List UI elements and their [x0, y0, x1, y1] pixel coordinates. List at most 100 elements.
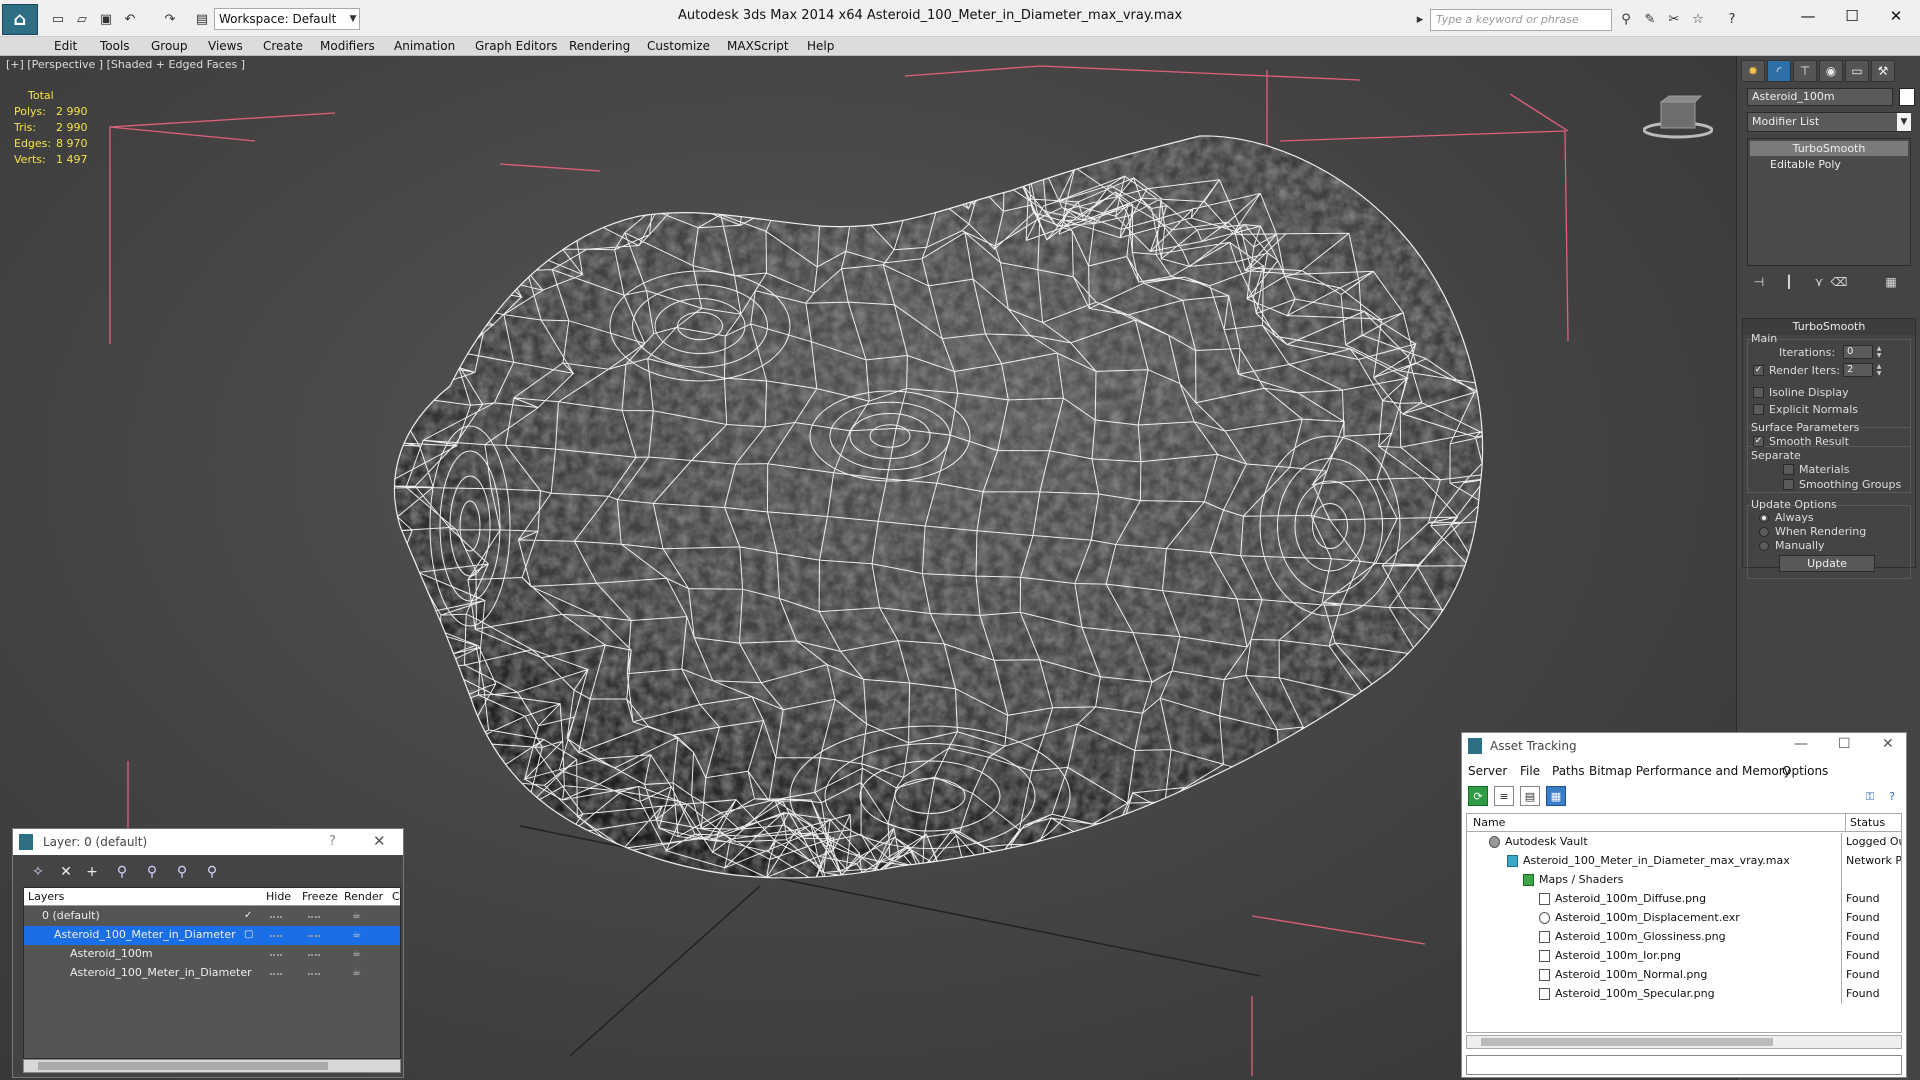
minimize-button[interactable]: —: [1788, 4, 1828, 28]
highlight-layer-icon[interactable]: ⚲: [141, 861, 163, 883]
asset-row[interactable]: Autodesk Vault Logged Out: [1467, 833, 1901, 852]
menu-create[interactable]: Create: [263, 39, 303, 53]
column-freeze[interactable]: Freeze: [302, 890, 338, 903]
minimize-button[interactable]: —: [1794, 736, 1808, 752]
menu-help[interactable]: Help: [807, 39, 834, 53]
render-teapot-icon[interactable]: ☕: [352, 945, 361, 963]
layer-row[interactable]: 0 (default) ✓ ☕: [24, 907, 400, 926]
hide-all-layers-icon[interactable]: ⚲: [171, 861, 193, 883]
configure-sets-icon[interactable]: ▦: [1881, 272, 1901, 292]
save-icon[interactable]: ▣: [96, 9, 116, 29]
render-teapot-icon[interactable]: ☕: [352, 964, 361, 982]
chevron-down-icon[interactable]: ▼: [346, 8, 360, 30]
utilities-tab-icon[interactable]: ⚒: [1871, 60, 1895, 82]
maximize-button[interactable]: ☐: [1838, 736, 1851, 752]
menu-options[interactable]: Options: [1782, 764, 1828, 778]
menu-group[interactable]: Group: [151, 39, 188, 53]
chevron-down-icon[interactable]: ▼: [1897, 113, 1911, 131]
smooth-result-checkbox[interactable]: ✓: [1753, 436, 1764, 447]
manually-radio[interactable]: [1759, 541, 1769, 551]
spinner-arrows-icon[interactable]: ▲ ▼: [1875, 363, 1883, 377]
motion-tab-icon[interactable]: ◉: [1819, 60, 1843, 82]
render-teapot-icon[interactable]: ☕: [352, 907, 361, 925]
workspace-dropdown[interactable]: Workspace: Default: [214, 8, 360, 30]
active-layer-check-icon[interactable]: ✓: [244, 907, 252, 925]
project-folder-icon[interactable]: ▤: [192, 9, 212, 29]
search-arrow-icon[interactable]: ▸: [1410, 9, 1430, 29]
menu-tools[interactable]: Tools: [100, 39, 130, 53]
menu-modifiers[interactable]: Modifiers: [320, 39, 375, 53]
explicit-normals-checkbox[interactable]: [1753, 404, 1764, 415]
smoothing-groups-checkbox[interactable]: [1783, 479, 1794, 490]
column-status[interactable]: Status: [1845, 814, 1885, 832]
asset-row[interactable]: Asteroid_100m_Glossiness.png Found: [1467, 928, 1901, 947]
menu-animation[interactable]: Animation: [394, 39, 455, 53]
hierarchy-tab-icon[interactable]: ⊤: [1793, 60, 1817, 82]
help-button[interactable]: ?: [329, 834, 336, 849]
freeze-toggle[interactable]: [308, 935, 320, 937]
column-color[interactable]: C: [392, 890, 400, 903]
make-active-icon[interactable]: ▢: [244, 926, 253, 944]
asset-row[interactable]: Asteroid_100m_Displacement.exr Found: [1467, 909, 1901, 928]
favorites-star-icon[interactable]: ☆: [1688, 9, 1708, 29]
menu-views[interactable]: Views: [208, 39, 243, 53]
redo-icon[interactable]: ↷: [160, 9, 180, 29]
always-radio[interactable]: [1759, 513, 1769, 523]
freeze-all-layers-icon[interactable]: ⚲: [201, 861, 223, 883]
undo-icon[interactable]: ↶: [120, 9, 140, 29]
app-logo-icon[interactable]: ⌂: [2, 4, 38, 35]
make-unique-icon[interactable]: ⋎: [1809, 272, 1829, 292]
column-render[interactable]: Render: [344, 890, 383, 903]
when-rendering-radio[interactable]: [1759, 527, 1769, 537]
refresh-icon[interactable]: ⟳: [1468, 786, 1488, 806]
column-hide[interactable]: Hide: [266, 890, 291, 903]
menu-graph-editors[interactable]: Graph Editors: [475, 39, 557, 53]
thumbnail-view-icon[interactable]: ▤: [1520, 786, 1540, 806]
freeze-toggle[interactable]: [308, 954, 320, 956]
asset-row[interactable]: Asteroid_100m_Diffuse.png Found: [1467, 890, 1901, 909]
horizontal-scrollbar[interactable]: [1466, 1035, 1902, 1049]
help-icon[interactable]: ?: [1722, 9, 1742, 29]
menu-server[interactable]: Server: [1468, 764, 1507, 778]
asset-row[interactable]: Asteroid_100m_Ior.png Found: [1467, 947, 1901, 966]
stack-item-turbosmooth[interactable]: TurboSmooth: [1750, 141, 1908, 156]
show-end-result-icon[interactable]: ┃: [1779, 272, 1799, 292]
vault-login-icon[interactable]: ⚿: [1860, 786, 1880, 806]
iterations-spinner[interactable]: 0: [1843, 345, 1873, 359]
search-input[interactable]: Type a keyword or phrase: [1430, 9, 1612, 31]
create-layer-icon[interactable]: ✧: [27, 861, 49, 883]
open-file-icon[interactable]: ▱: [72, 9, 92, 29]
asset-row[interactable]: Asteroid_100m_Specular.png Found: [1467, 985, 1901, 1004]
isoline-checkbox[interactable]: [1753, 387, 1764, 398]
modify-tab-icon[interactable]: ◜: [1767, 60, 1791, 82]
object-color-swatch[interactable]: [1899, 88, 1915, 106]
close-button[interactable]: ✕: [1876, 4, 1916, 28]
materials-checkbox[interactable]: [1783, 464, 1794, 475]
pin-stack-icon[interactable]: ⊣: [1749, 272, 1769, 292]
update-button[interactable]: Update: [1779, 555, 1875, 572]
scrollbar-thumb[interactable]: [38, 1062, 328, 1070]
hide-toggle[interactable]: [270, 954, 282, 956]
close-button[interactable]: ✕: [1882, 736, 1894, 752]
display-tab-icon[interactable]: ▭: [1845, 60, 1869, 82]
add-to-layer-icon[interactable]: +: [81, 861, 103, 883]
new-file-icon[interactable]: ▭: [48, 9, 68, 29]
select-objects-icon[interactable]: ⚲: [111, 861, 133, 883]
asset-row[interactable]: Asteroid_100m_Normal.png Found: [1467, 966, 1901, 985]
render-iters-checkbox[interactable]: ✓: [1753, 365, 1764, 376]
help-icon[interactable]: ?: [1882, 786, 1902, 806]
spinner-arrows-icon[interactable]: ▲ ▼: [1875, 345, 1883, 359]
asset-row[interactable]: Maps / Shaders: [1467, 871, 1901, 890]
menu-bitmap-performance[interactable]: Bitmap Performance and Memory: [1589, 764, 1791, 778]
column-name[interactable]: Name: [1473, 816, 1505, 829]
communication-icon[interactable]: ✂: [1664, 9, 1684, 29]
viewport-label[interactable]: [+] [Perspective ] [Shaded + Edged Faces…: [6, 58, 245, 71]
scrollbar-thumb[interactable]: [1481, 1038, 1773, 1046]
menu-rendering[interactable]: Rendering: [569, 39, 630, 53]
asset-row[interactable]: Asteroid_100_Meter_in_Diameter_max_vray.…: [1467, 852, 1901, 871]
create-tab-icon[interactable]: ✹: [1741, 60, 1765, 82]
hide-toggle[interactable]: [270, 973, 282, 975]
modifier-list-dropdown[interactable]: Modifier List: [1747, 112, 1911, 132]
maximize-button[interactable]: ☐: [1832, 4, 1872, 28]
menu-customize[interactable]: Customize: [647, 39, 710, 53]
